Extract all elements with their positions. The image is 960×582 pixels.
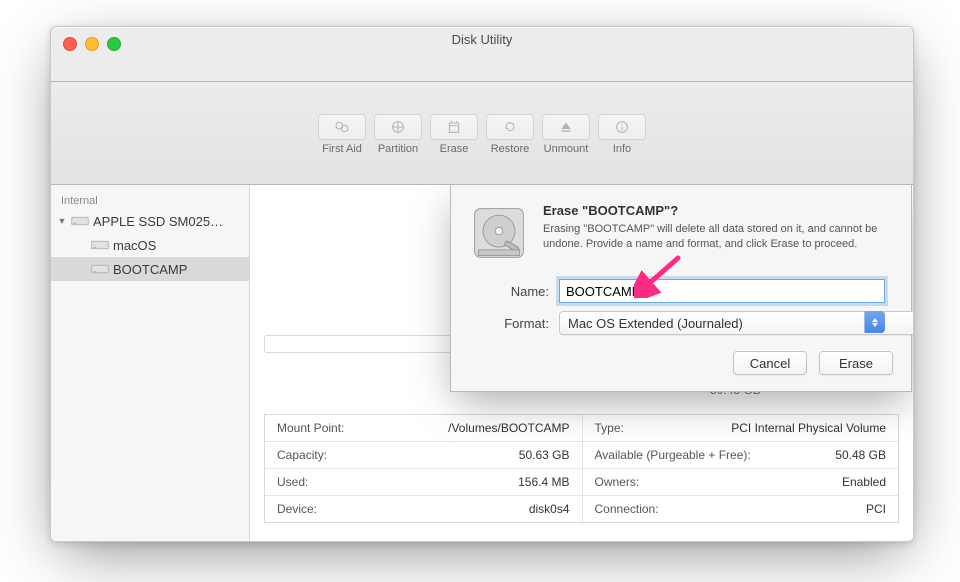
toolbar: First AidPartitionEraseRestoreUnmountInf… [51, 82, 913, 185]
window-title: Disk Utility [51, 27, 913, 47]
info-key: Capacity: [277, 448, 327, 462]
toolbar-item-label: Partition [370, 143, 426, 155]
partition-icon [374, 114, 422, 140]
toolbar-item-partition[interactable]: Partition [370, 114, 426, 155]
erase-button[interactable]: Erase [819, 351, 893, 375]
window-controls [63, 37, 121, 51]
info-value: 50.63 GB [519, 448, 570, 462]
volume-icon [91, 262, 109, 276]
toolbar-item-restore[interactable]: Restore [482, 114, 538, 155]
sidebar: Internal ▼ APPLE SSD SM025… macOS BOOTCA… [51, 185, 250, 541]
toolbar-item-label: Info [594, 143, 650, 155]
disclosure-triangle-icon[interactable]: ▼ [57, 216, 67, 226]
info-cell: Device: disk0s4 [265, 496, 582, 522]
info-value: /Volumes/BOOTCAMP [448, 421, 569, 435]
toolbar-item-label: Unmount [538, 143, 594, 155]
info-value: Enabled [842, 475, 886, 489]
info-cell: Owners: Enabled [582, 469, 899, 496]
format-select[interactable]: Mac OS Extended (Journaled) [559, 311, 913, 335]
info-value: 156.4 MB [518, 475, 569, 489]
firstaid-icon [318, 114, 366, 140]
volume-info-table: Mount Point: /Volumes/BOOTCAMP Type: PCI In… [264, 414, 899, 523]
info-value: 50.48 GB [835, 448, 886, 462]
internal-disk-icon [71, 214, 89, 228]
sidebar-item-volume-macos[interactable]: macOS [51, 233, 249, 257]
toolbar-item-label: Erase [426, 143, 482, 155]
toolbar-item-label: Restore [482, 143, 538, 155]
window-body: Internal ▼ APPLE SSD SM025… macOS BOOTCA… [51, 185, 913, 541]
cancel-button[interactable]: Cancel [733, 351, 807, 375]
minimize-window-button[interactable] [85, 37, 99, 51]
info-cell: Mount Point: /Volumes/BOOTCAMP [265, 415, 582, 442]
info-key: Connection: [595, 502, 659, 516]
stepper-caps-icon [864, 311, 885, 333]
close-window-button[interactable] [63, 37, 77, 51]
sidebar-item-label: BOOTCAMP [113, 262, 187, 277]
info-key: Available (Purgeable + Free): [595, 448, 751, 462]
volume-icon [91, 238, 109, 252]
unmount-icon [542, 114, 590, 140]
sidebar-item-volume-bootcamp[interactable]: BOOTCAMP [51, 257, 249, 281]
main-content: ded (Journaled) Free 50.48 GB Mount Poin… [250, 185, 913, 541]
cancel-button-label: Cancel [750, 356, 790, 371]
info-cell: Used: 156.4 MB [265, 469, 582, 496]
toolbar-item-unmount[interactable]: Unmount [538, 114, 594, 155]
info-value: PCI [866, 502, 886, 516]
sidebar-item-parent[interactable]: ▼ APPLE SSD SM025… [51, 209, 249, 233]
toolbar-item-erase[interactable]: Erase [426, 114, 482, 155]
sidebar-item-label: macOS [113, 238, 156, 253]
toolbar-item-info[interactable]: Info [594, 114, 650, 155]
format-label: Format: [477, 316, 549, 331]
info-key: Owners: [595, 475, 640, 489]
erase-icon [430, 114, 478, 140]
sheet-title: Erase "BOOTCAMP"? [543, 203, 893, 218]
format-select-value: Mac OS Extended (Journaled) [568, 316, 743, 331]
info-value: PCI Internal Physical Volume [731, 421, 886, 435]
info-cell: Type: PCI Internal Physical Volume [582, 415, 899, 442]
info-key: Used: [277, 475, 308, 489]
info-key: Device: [277, 502, 317, 516]
info-key: Mount Point: [277, 421, 344, 435]
info-icon [598, 114, 646, 140]
sheet-body-text: Erasing "BOOTCAMP" will delete all data … [543, 222, 893, 252]
title-bar: Disk Utility [51, 27, 913, 82]
restore-icon [486, 114, 534, 140]
info-cell: Connection: PCI [582, 496, 899, 522]
name-input[interactable] [559, 279, 885, 303]
disk-utility-window: Disk Utility First AidPartitionEraseRest… [50, 26, 914, 542]
zoom-window-button[interactable] [107, 37, 121, 51]
info-cell: Available (Purgeable + Free): 50.48 GB [582, 442, 899, 469]
info-cell: Capacity: 50.63 GB [265, 442, 582, 469]
toolbar-item-label: First Aid [314, 143, 370, 155]
info-key: Type: [595, 421, 624, 435]
harddrive-icon [469, 203, 529, 263]
info-value: disk0s4 [529, 502, 570, 516]
erase-button-label: Erase [839, 356, 873, 371]
sidebar-item-label: APPLE SSD SM025… [93, 214, 223, 229]
name-label: Name: [477, 284, 549, 299]
toolbar-item-firstaid[interactable]: First Aid [314, 114, 370, 155]
sidebar-section-header: Internal [51, 191, 249, 209]
erase-sheet: Erase "BOOTCAMP"? Erasing "BOOTCAMP" wil… [450, 185, 912, 392]
